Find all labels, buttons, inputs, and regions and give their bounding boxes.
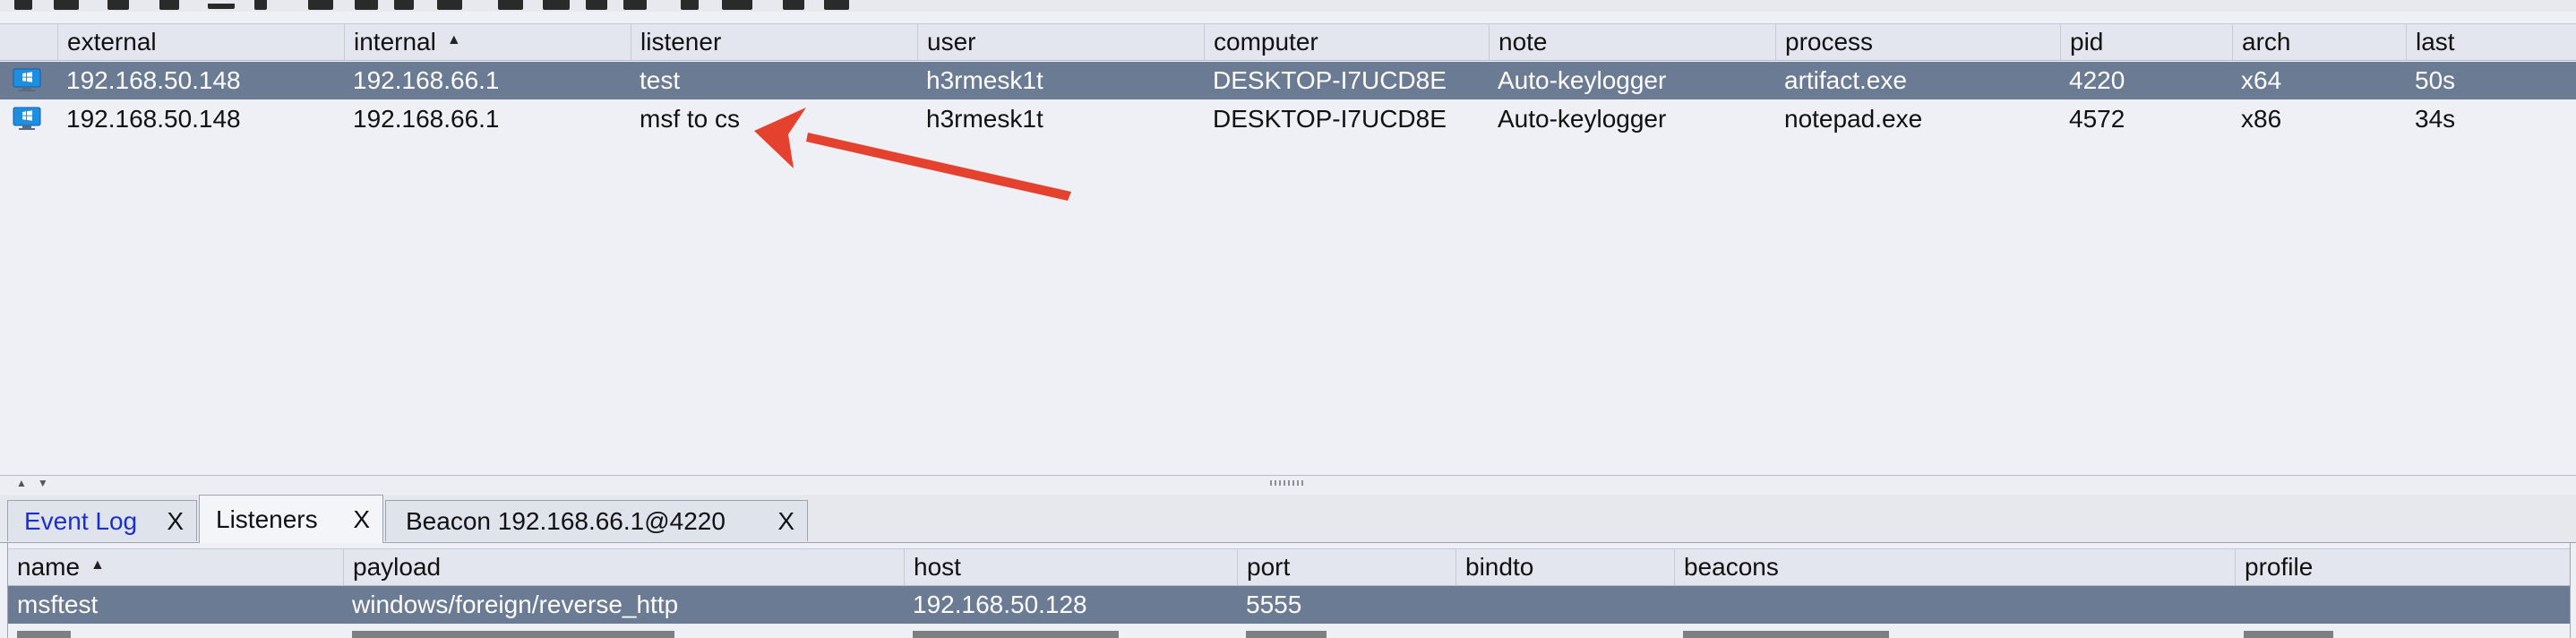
cell-listener: msf to cs xyxy=(640,105,741,133)
sort-ascending-icon: ▲ xyxy=(90,556,105,573)
listener-row[interactable] xyxy=(8,625,2570,638)
splitter-grip-icon[interactable] xyxy=(1270,480,1306,486)
cell-port: 5555 xyxy=(1246,591,1302,618)
column-header-profile[interactable]: profile xyxy=(2235,549,2570,585)
column-header-name[interactable]: name ▲ xyxy=(8,549,343,585)
cell-note: Auto-keylogger xyxy=(1498,66,1667,94)
toolbar-icon[interactable] xyxy=(208,4,235,9)
cell-user: h3rmesk1t xyxy=(926,105,1043,133)
session-row[interactable]: 192.168.50.148 192.168.66.1 test h3rmesk… xyxy=(0,62,2576,99)
toolbar-icon[interactable] xyxy=(159,0,179,10)
tab-label: Beacon 192.168.66.1@4220 xyxy=(406,507,726,535)
column-header-note[interactable]: note xyxy=(1489,24,1775,60)
cell-process: notepad.exe xyxy=(1784,105,1923,133)
toolbar-icon[interactable] xyxy=(107,0,129,10)
toolbar-icon[interactable] xyxy=(54,0,79,10)
toolbar-icon[interactable] xyxy=(498,0,523,10)
close-tab-button[interactable]: X xyxy=(167,501,184,542)
toolbar-icon[interactable] xyxy=(722,0,752,10)
toolbar-icon[interactable] xyxy=(543,0,570,10)
tab-event-log[interactable]: Event Log X xyxy=(7,500,197,541)
cell-external: 192.168.50.148 xyxy=(66,66,241,94)
tab-label: Listeners xyxy=(216,505,318,533)
column-header-payload[interactable]: payload xyxy=(343,549,904,585)
column-header-beacons[interactable]: beacons xyxy=(1674,549,2235,585)
listeners-table-header: name ▲ payload host port bindto beacons p… xyxy=(8,548,2570,586)
cell-beacons xyxy=(1674,586,1683,624)
toolbar-icon[interactable] xyxy=(14,0,32,10)
close-tab-button[interactable]: X xyxy=(777,501,794,542)
cell-last: 50s xyxy=(2415,66,2456,94)
windows-icon xyxy=(13,68,41,91)
cell-external: 192.168.50.148 xyxy=(66,105,241,133)
column-header-user[interactable]: user xyxy=(917,24,1204,60)
column-header-bindto[interactable]: bindto xyxy=(1455,549,1674,585)
column-header-process[interactable]: process xyxy=(1775,24,2060,60)
sessions-table-header: external internal ▲ listener user compute… xyxy=(0,23,2576,61)
cell-user: h3rmesk1t xyxy=(926,66,1043,94)
toolbar-icon[interactable] xyxy=(681,0,699,10)
toolbar-icon[interactable] xyxy=(437,0,462,10)
toolbar-icon[interactable] xyxy=(394,0,414,10)
cell-arch: x86 xyxy=(2241,105,2282,133)
windows-icon xyxy=(13,107,41,130)
cell-internal: 192.168.66.1 xyxy=(353,66,500,94)
cell-note: Auto-keylogger xyxy=(1498,105,1667,133)
cell-payload: windows/foreign/reverse_http xyxy=(352,591,679,618)
cell-process: artifact.exe xyxy=(1784,66,1907,94)
column-header-icon[interactable] xyxy=(0,24,57,60)
column-header-last[interactable]: last xyxy=(2406,24,2576,60)
cell-computer: DESKTOP-I7UCD8E xyxy=(1213,66,1447,94)
listener-row[interactable]: msftest windows/foreign/reverse_http 192… xyxy=(8,586,2570,624)
cell-arch: x64 xyxy=(2241,66,2282,94)
pane-splitter[interactable]: ▲▼ xyxy=(0,475,2576,494)
tab-beacon[interactable]: Beacon 192.168.66.1@4220 X xyxy=(385,500,808,541)
cell-internal: 192.168.66.1 xyxy=(353,105,500,133)
cell-bindto xyxy=(1455,586,1464,624)
column-header-external[interactable]: external xyxy=(57,24,344,60)
cell-pid: 4572 xyxy=(2069,105,2125,133)
column-header-host[interactable]: host xyxy=(904,549,1237,585)
collapse-arrows-icon[interactable]: ▲▼ xyxy=(16,477,59,489)
column-header-pid[interactable]: pid xyxy=(2060,24,2232,60)
toolbar-icon[interactable] xyxy=(308,0,333,10)
toolbar-icon[interactable] xyxy=(586,0,607,10)
sort-ascending-icon: ▲ xyxy=(446,31,461,47)
cell-host: 192.168.50.128 xyxy=(913,591,1087,618)
column-header-port[interactable]: port xyxy=(1237,549,1455,585)
toolbar-icon[interactable] xyxy=(355,0,378,10)
cell-last: 34s xyxy=(2415,105,2456,133)
cell-pid: 4220 xyxy=(2069,66,2125,94)
toolbar-icon[interactable] xyxy=(254,0,267,10)
listeners-panel: name ▲ payload host port bindto beacons p… xyxy=(7,543,2571,638)
session-row[interactable]: 192.168.50.148 192.168.66.1 msf to cs h3… xyxy=(0,100,2576,138)
tab-bar: Event Log X Listeners X Beacon 192.168.6… xyxy=(0,495,2576,543)
cell-computer: DESKTOP-I7UCD8E xyxy=(1213,105,1447,133)
toolbar-icon[interactable] xyxy=(623,0,647,10)
cell-profile xyxy=(2235,586,2244,624)
toolbar-icon[interactable] xyxy=(824,0,849,10)
column-header-computer[interactable]: computer xyxy=(1204,24,1489,60)
column-header-listener[interactable]: listener xyxy=(631,24,917,60)
sessions-table-empty-area[interactable] xyxy=(0,139,2576,475)
column-header-arch[interactable]: arch xyxy=(2232,24,2406,60)
column-header-internal[interactable]: internal ▲ xyxy=(344,24,631,60)
toolbar-icon[interactable] xyxy=(783,0,804,10)
tab-label: Event Log xyxy=(24,507,138,535)
close-tab-button[interactable]: X xyxy=(353,496,370,544)
toolbar xyxy=(0,0,2576,12)
cell-name: msftest xyxy=(17,591,99,618)
tab-listeners[interactable]: Listeners X xyxy=(199,495,383,543)
cell-listener: test xyxy=(640,66,681,94)
